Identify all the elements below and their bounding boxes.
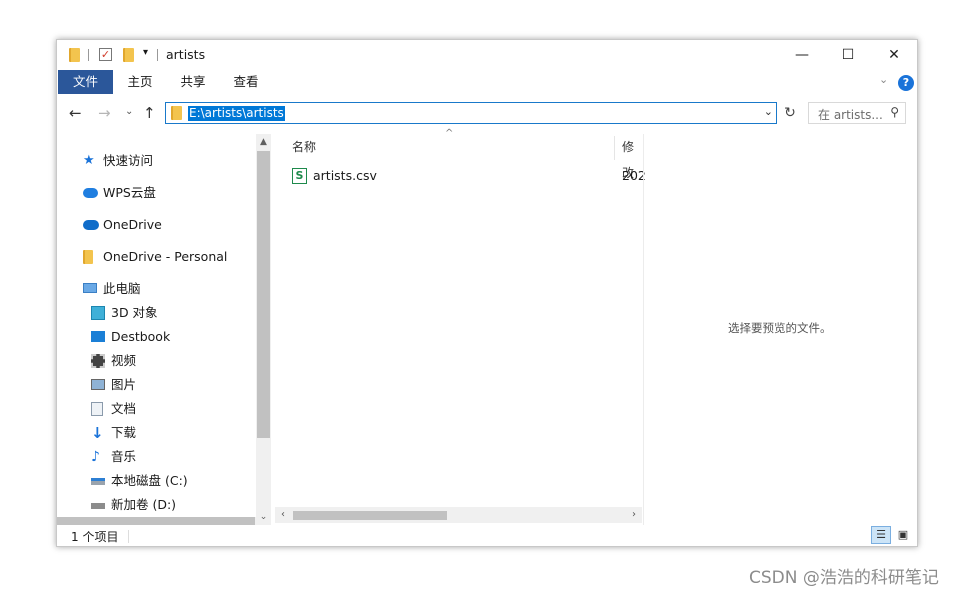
column-header-name[interactable]: 名称 [292,134,316,160]
preview-pane: 选择要预览的文件。 [643,134,917,525]
scroll-up-icon[interactable]: ▲ [256,134,271,150]
preview-message: 选择要预览的文件。 [728,321,832,335]
properties-icon[interactable]: ✓ [99,48,112,61]
scroll-left-icon[interactable]: ‹ [275,507,291,523]
scrollbar-thumb[interactable] [293,511,447,520]
scroll-right-icon[interactable]: › [626,507,642,523]
tab-home[interactable]: 主页 [119,70,161,94]
file-row[interactable]: S artists.csv 202 [292,166,646,186]
drive-icon [91,503,105,509]
music-icon: ♪ [91,449,100,465]
watermark: CSDN @浩浩的科研笔记 [749,568,939,588]
file-list: ^ 名称 修改 S artists.csv 202 [275,128,646,525]
documents-icon [91,402,103,416]
video-icon [91,354,105,368]
minimize-button[interactable]: — [779,40,825,70]
large-icons-view-icon[interactable]: ▣ [893,526,913,544]
pictures-icon [91,379,105,390]
details-view-icon[interactable]: ☰ [871,526,891,544]
computer-icon [83,283,97,293]
file-explorer-window: ✓ ▾ artists — ☐ ✕ 文件 主页 共享 查看 ⌄ ? ← → ⌄ … [56,39,918,547]
refresh-icon[interactable]: ↻ [780,102,800,124]
forward-arrow-icon[interactable]: → [98,104,111,122]
nav-vertical-scrollbar[interactable]: ▲ ⌄ [256,134,271,525]
title-bar: ✓ ▾ artists — ☐ ✕ [57,40,917,70]
folder-icon [171,106,182,120]
search-placeholder: 在 artists... [818,108,883,122]
scrollbar-thumb[interactable] [57,517,255,525]
3d-objects-icon [91,306,105,320]
tab-view[interactable]: 查看 [225,70,267,94]
divider [157,49,158,61]
folder-icon [69,48,80,62]
nav-horizontal-scrollbar[interactable] [57,517,256,525]
scrollbar-thumb[interactable] [257,151,270,438]
search-icon: ⚲ [890,105,899,119]
star-icon: ★ [83,153,95,168]
desktop-icon [91,331,105,342]
address-dropdown-chevron-icon[interactable]: ⌄ [764,105,773,118]
download-icon: ↓ [91,424,104,442]
divider [128,530,129,543]
local-disk-icon [91,478,105,485]
sort-ascending-icon: ^ [445,128,454,139]
scroll-down-icon[interactable]: ⌄ [256,509,271,525]
expand-ribbon-chevron-icon[interactable]: ⌄ [879,73,888,86]
ribbon-tabs: 文件 主页 共享 查看 ⌄ ? [57,70,917,94]
new-folder-icon[interactable] [123,48,134,62]
divider [88,49,89,61]
address-path[interactable]: E:\artists\artists [188,106,285,121]
column-divider[interactable] [614,136,615,160]
wps-spreadsheet-icon: S [292,168,307,184]
item-count: 1 个项目 [71,530,119,544]
tab-file[interactable]: 文件 [58,70,113,94]
close-button[interactable]: ✕ [871,40,917,70]
tab-share[interactable]: 共享 [172,70,214,94]
customize-toolbar-chevron-icon[interactable]: ▾ [143,47,148,61]
help-icon[interactable]: ? [898,75,914,91]
wps-cloud-icon [83,188,98,198]
navigation-pane: ★ 快速访问 WPS云盘 OneDrive OneDrive - Persona… [83,153,228,512]
column-header-modified[interactable]: 修改 [622,134,642,180]
file-name: artists.csv [313,168,377,183]
onedrive-cloud-icon [83,220,99,230]
back-arrow-icon[interactable]: ← [69,104,82,122]
folder-icon [83,250,93,264]
content-horizontal-scrollbar[interactable]: ‹ › [275,507,642,523]
window-title: artists [166,47,206,62]
recent-locations-chevron-icon[interactable]: ⌄ [125,106,133,117]
address-bar[interactable]: E:\artists\artists ⌄ [165,102,777,124]
maximize-button[interactable]: ☐ [825,40,871,70]
status-bar: 1 个项目 ☰ ▣ [57,526,917,546]
up-arrow-icon[interactable]: ↑ [143,104,156,122]
navigation-bar: ← → ⌄ ↑ E:\artists\artists ⌄ ↻ 在 artists… [57,98,917,128]
search-input[interactable]: 在 artists... ⚲ [808,102,906,124]
